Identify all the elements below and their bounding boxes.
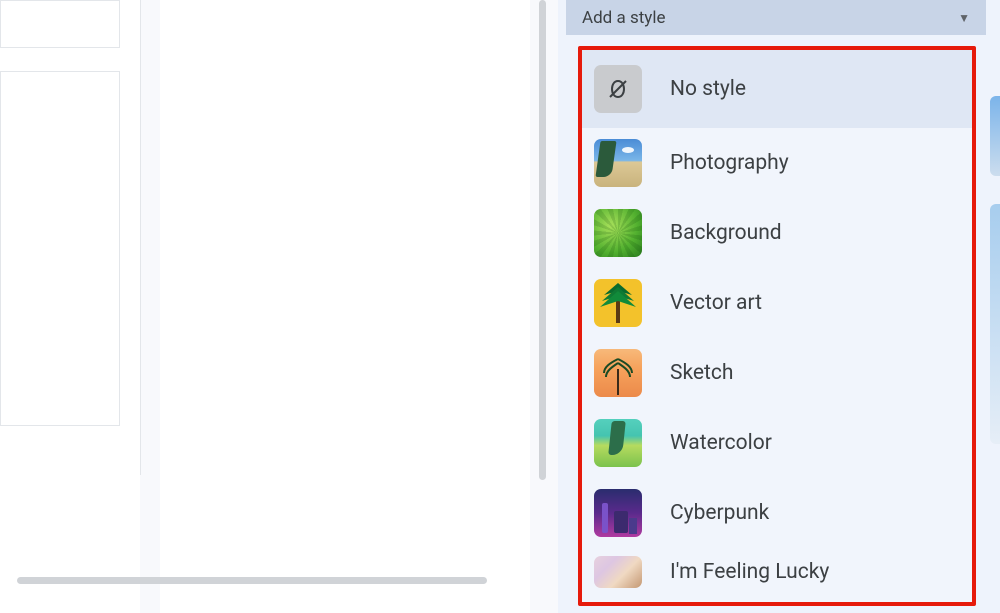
cyberpunk-icon <box>594 489 642 537</box>
style-option-watercolor[interactable]: Watercolor <box>582 408 972 478</box>
watercolor-icon <box>594 419 642 467</box>
style-option-photography[interactable]: Photography <box>582 128 972 198</box>
style-option-label: I'm Feeling Lucky <box>670 560 829 584</box>
panel-divider <box>140 0 141 475</box>
photography-icon <box>594 139 642 187</box>
no-style-icon <box>594 65 642 113</box>
background-icon <box>594 209 642 257</box>
horizontal-scrollbar[interactable] <box>17 577 487 584</box>
lucky-icon <box>594 556 642 588</box>
style-option-label: Sketch <box>670 361 733 385</box>
style-dropdown-label: Add a style <box>582 8 665 28</box>
style-option-lucky[interactable]: I'm Feeling Lucky <box>582 548 972 596</box>
style-dropdown-panel: No style Photography Background Vector a… <box>578 46 976 606</box>
style-option-label: Photography <box>670 151 789 175</box>
style-option-label: Watercolor <box>670 431 772 455</box>
sketch-icon <box>594 349 642 397</box>
canvas-area <box>160 0 530 613</box>
vertical-scrollbar[interactable] <box>539 0 546 480</box>
preview-thumbnail-peek-2 <box>990 204 1000 444</box>
left-panel-box-2 <box>0 71 120 426</box>
style-option-label: No style <box>670 77 746 101</box>
style-option-label: Vector art <box>670 291 762 315</box>
style-option-label: Background <box>670 221 782 245</box>
style-option-label: Cyberpunk <box>670 501 769 525</box>
style-option-cyberpunk[interactable]: Cyberpunk <box>582 478 972 548</box>
style-option-vector-art[interactable]: Vector art <box>582 268 972 338</box>
style-option-no-style[interactable]: No style <box>582 50 972 128</box>
preview-thumbnail-peek-1 <box>990 96 1000 176</box>
left-panel <box>0 0 140 613</box>
vector-art-icon <box>594 279 642 327</box>
style-option-background[interactable]: Background <box>582 198 972 268</box>
style-option-sketch[interactable]: Sketch <box>582 338 972 408</box>
style-dropdown-trigger[interactable]: Add a style ▼ <box>566 0 986 35</box>
caret-down-icon: ▼ <box>958 11 970 25</box>
left-panel-box-1 <box>0 0 120 48</box>
